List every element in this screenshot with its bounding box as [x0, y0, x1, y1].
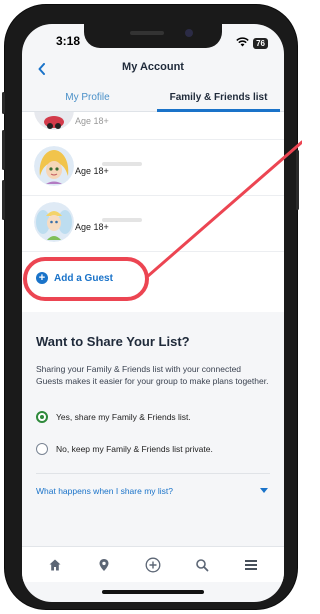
- bottom-nav: [22, 546, 284, 582]
- radio-checked-icon[interactable]: [36, 411, 48, 423]
- notch: [84, 24, 222, 48]
- tab-my-profile[interactable]: My Profile: [22, 86, 153, 111]
- page-title: My Account: [122, 61, 184, 73]
- share-option-yes[interactable]: Yes, share my Family & Friends list.: [36, 407, 270, 427]
- share-option-no[interactable]: No, keep my Family & Friends list privat…: [36, 439, 270, 459]
- map-pin-icon[interactable]: [94, 555, 114, 575]
- avatar: [34, 202, 74, 242]
- guest-name-redacted: [102, 218, 142, 222]
- share-section: Want to Share Your List? Sharing your Fa…: [22, 312, 284, 507]
- guest-row[interactable]: Age 18+: [22, 140, 284, 196]
- caret-down-icon: [260, 488, 268, 493]
- speaker-grille: [130, 31, 164, 35]
- guest-age: Age 18+: [75, 116, 109, 126]
- content: Age 18+ Age 18+ Age 18+ + Add a Guest Wa…: [22, 112, 284, 546]
- guest-row[interactable]: Age 18+: [22, 112, 284, 140]
- guest-name-redacted: [102, 162, 142, 166]
- share-option-label: Yes, share my Family & Friends list.: [56, 412, 191, 422]
- guest-list: Age 18+ Age 18+ Age 18+ + Add a Guest: [22, 112, 284, 312]
- tab-bar: My Profile Family & Friends list: [22, 86, 284, 112]
- share-option-label: No, keep my Family & Friends list privat…: [56, 444, 213, 454]
- faq-accordion[interactable]: What happens when I share my list?: [36, 473, 270, 507]
- volume-up-button: [2, 130, 5, 170]
- home-indicator: [102, 590, 204, 594]
- nav-header: My Account: [22, 52, 284, 86]
- faq-link[interactable]: What happens when I share my list?: [36, 486, 173, 496]
- add-guest-section: + Add a Guest: [22, 252, 284, 312]
- home-icon[interactable]: [45, 555, 65, 575]
- screen: 3:18 76 My Account My Profile Family & F…: [22, 24, 284, 602]
- menu-icon[interactable]: [241, 555, 261, 575]
- search-icon[interactable]: [192, 555, 212, 575]
- share-description: Sharing your Family & Friends list with …: [36, 364, 269, 386]
- status-icons: 76: [236, 34, 268, 52]
- tab-family-friends-list[interactable]: Family & Friends list: [153, 86, 284, 112]
- mute-switch: [2, 92, 5, 114]
- radio-unchecked-icon[interactable]: [36, 443, 48, 455]
- wifi-icon: [236, 34, 249, 52]
- front-camera: [185, 29, 193, 37]
- battery-icon: 76: [253, 37, 268, 49]
- annotation-highlight-oval: [23, 257, 149, 301]
- add-circle-icon[interactable]: [143, 555, 163, 575]
- avatar: [34, 146, 74, 186]
- avatar: [34, 112, 74, 130]
- power-button: [296, 150, 299, 210]
- guest-row[interactable]: Age 18+: [22, 196, 284, 252]
- share-title: Want to Share Your List?: [36, 334, 190, 349]
- guest-age: Age 18+: [75, 166, 109, 176]
- guest-age: Age 18+: [75, 222, 109, 232]
- status-time: 3:18: [56, 34, 81, 48]
- volume-down-button: [2, 180, 5, 220]
